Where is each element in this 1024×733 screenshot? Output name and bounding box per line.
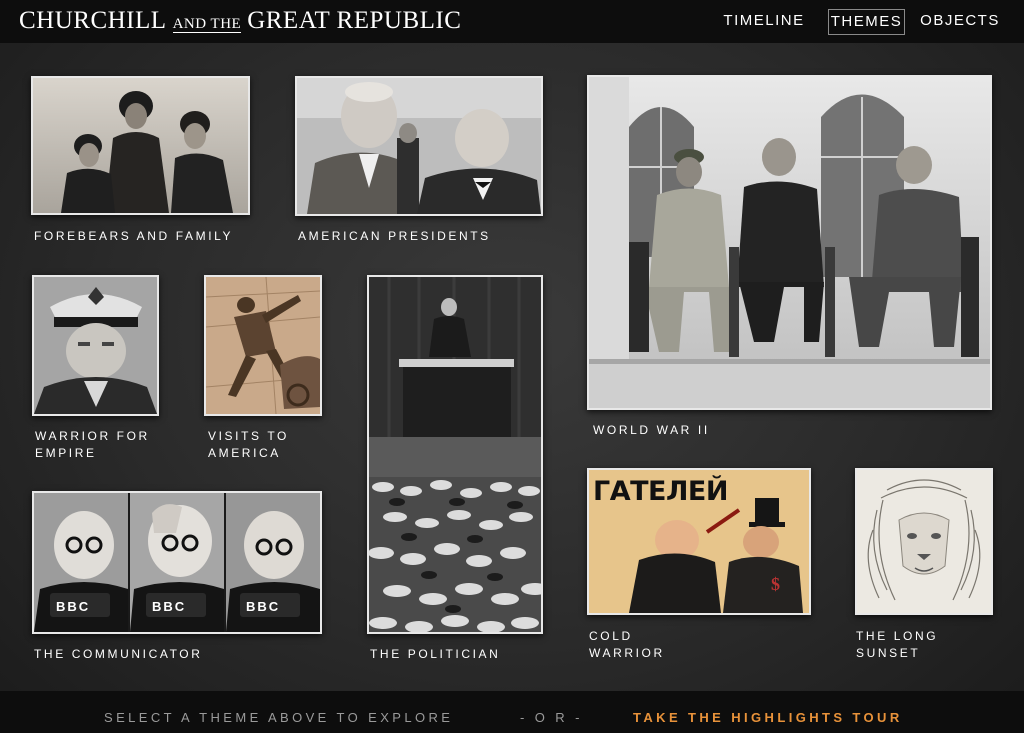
bbc-mic-label-2: BBC xyxy=(152,599,187,614)
logo-text-and-the: AND THE xyxy=(172,16,242,33)
nav-themes[interactable]: THEMES xyxy=(828,9,905,35)
caption-line-2: SUNSET xyxy=(856,646,921,660)
theme-tile-the-communicator[interactable]: BBC BBC BBC xyxy=(32,491,322,634)
caption-line-1: COLD xyxy=(589,629,633,643)
bbc-mic-label-1: BBC xyxy=(56,599,91,614)
logo-text-great-republic: GREAT REPUBLIC xyxy=(247,7,462,34)
caption-line-2: AMERICA xyxy=(208,446,281,460)
election-rally-photo xyxy=(369,277,541,632)
logo-text-churchill: CHURCHILL xyxy=(19,7,167,34)
caption-line-2: EMPIRE xyxy=(35,446,97,460)
footer-or-separator: - O R - xyxy=(520,710,583,725)
site-logo[interactable]: CHURCHILL AND THE GREAT REPUBLIC xyxy=(19,7,461,37)
family-portrait-photo xyxy=(33,78,248,213)
car-accident-illustration xyxy=(206,277,320,414)
theme-caption-american-presidents[interactable]: AMERICAN PRESIDENTS xyxy=(298,228,491,245)
theme-tile-cold-warrior[interactable]: $ ГАТЕЛЕЙ xyxy=(587,468,811,615)
bbc-mic-label-3: BBC xyxy=(246,599,281,614)
dollar-sign: $ xyxy=(771,574,780,594)
theme-caption-the-politician[interactable]: THE POLITICIAN xyxy=(370,646,500,663)
theme-tile-the-politician[interactable] xyxy=(367,275,543,634)
highlights-tour-link[interactable]: TAKE THE HIGHLIGHTS TOUR xyxy=(633,710,903,726)
theme-caption-the-long-sunset[interactable]: THE LONG SUNSET xyxy=(856,628,938,662)
theme-tile-warrior-for-empire[interactable] xyxy=(32,275,159,416)
caption-line-2: WARRIOR xyxy=(589,646,665,660)
theme-caption-cold-warrior[interactable]: COLD WARRIOR xyxy=(589,628,665,662)
nav-timeline[interactable]: TIMELINE xyxy=(718,9,810,35)
theme-tile-world-war-ii[interactable] xyxy=(587,75,992,410)
footer-instruction-text: SELECT A THEME ABOVE TO EXPLORE xyxy=(104,710,454,725)
theme-tile-american-presidents[interactable] xyxy=(295,76,543,216)
theme-caption-forebears-and-family[interactable]: FOREBEARS AND FAMILY xyxy=(34,228,233,245)
bottom-footer: SELECT A THEME ABOVE TO EXPLORE - O R - … xyxy=(0,691,1024,733)
poster-headline-text: ГАТЕЛЕЙ xyxy=(593,476,728,507)
young-churchill-uniform-photo xyxy=(34,277,157,414)
nav-objects[interactable]: OBJECTS xyxy=(917,9,1003,35)
theme-tile-the-long-sunset[interactable] xyxy=(855,468,993,615)
theme-caption-the-communicator[interactable]: THE COMMUNICATOR xyxy=(34,646,203,663)
caption-line-1: THE LONG xyxy=(856,629,939,643)
presidents-photo xyxy=(297,78,541,214)
lion-sketch xyxy=(857,470,991,613)
caption-line-1: VISITS TO xyxy=(208,429,289,443)
top-header: CHURCHILL AND THE GREAT REPUBLIC TIMELIN… xyxy=(0,0,1024,43)
theme-caption-world-war-ii[interactable]: WORLD WAR II xyxy=(593,422,710,439)
theme-tile-visits-to-america[interactable] xyxy=(204,275,322,416)
theme-tile-forebears-and-family[interactable] xyxy=(31,76,250,215)
caption-line-1: WARRIOR FOR xyxy=(35,429,150,443)
theme-caption-warrior-for-empire[interactable]: WARRIOR FOR EMPIRE xyxy=(35,428,150,462)
theme-caption-visits-to-america[interactable]: VISITS TO AMERICA xyxy=(208,428,289,462)
yalta-conference-photo xyxy=(589,77,990,408)
